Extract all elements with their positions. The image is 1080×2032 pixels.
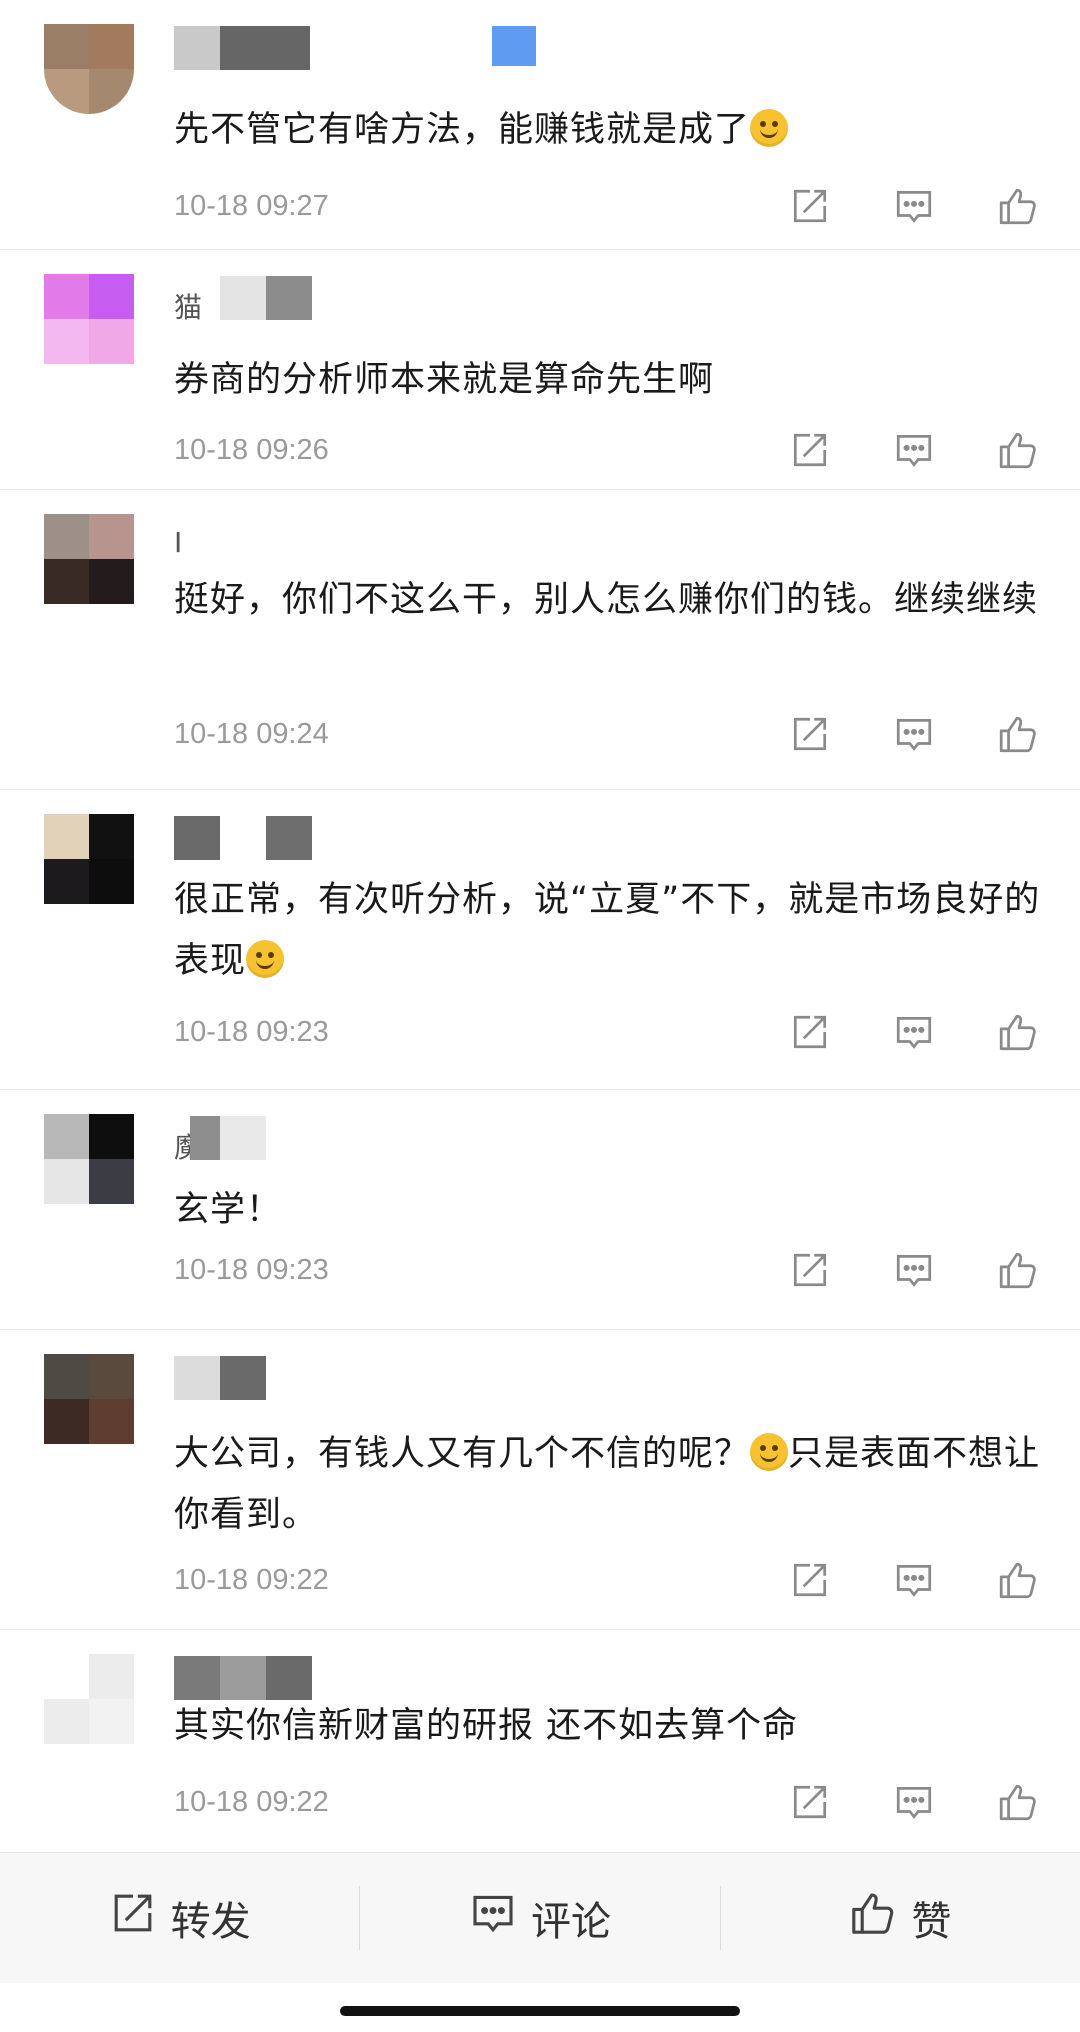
thumbs-up-icon[interactable] (996, 184, 1040, 228)
avatar[interactable] (44, 24, 134, 114)
repost-icon[interactable] (788, 1780, 832, 1824)
comment-item: 很正常，有次听分析，说“立夏”不下，就是市场良好的表现 10-18 09:23 (0, 790, 1080, 1090)
comment-item: 大公司，有钱人又有几个不信的呢？ 只是表面不想让你看到。 10-18 09:22 (0, 1330, 1080, 1630)
comment-item: 猫 券商的分析师本来就是算命先生啊 10-18 09:26 (0, 250, 1080, 490)
home-indicator[interactable] (340, 2006, 740, 2016)
smile-emoji (750, 1433, 789, 1471)
comment-item: 其实你信新财富的研报 还不如去算个命 10-18 09:22 (0, 1630, 1080, 1852)
comment-text: 玄学！ (174, 1190, 283, 1230)
repost-icon (109, 1889, 157, 1947)
thumbs-up-icon[interactable] (996, 1558, 1040, 1602)
comment-icon[interactable] (892, 184, 936, 228)
avatar[interactable] (44, 514, 134, 604)
bottom-action-bar: 转发 评论 赞 (0, 1852, 1080, 1983)
repost-icon[interactable] (788, 1010, 832, 1054)
thumbs-up-icon (849, 1889, 897, 1947)
comment-icon[interactable] (892, 1558, 936, 1602)
comment-text: 大公司，有钱人又有几个不信的呢？ 只是表面不想让你看到。 (174, 1433, 1041, 1535)
comment-time: 10-18 09:22 (174, 1564, 329, 1596)
like-label: 赞 (911, 1899, 952, 1945)
comment-icon[interactable] (892, 1248, 936, 1292)
comment-text: 其实你信新财富的研报 还不如去算个命 (174, 1706, 799, 1746)
comment-icon (469, 1889, 517, 1947)
repost-button[interactable]: 转发 (0, 1853, 359, 1983)
comment-time: 10-18 09:27 (174, 190, 329, 222)
repost-icon[interactable] (788, 428, 832, 472)
comment-item: 魔 玄学！ 10-18 09:23 (0, 1090, 1080, 1330)
comment-text: 挺好，你们不这么干，别人怎么赚你们的钱。继续继续 (174, 580, 1039, 620)
avatar[interactable] (44, 1654, 134, 1744)
avatar[interactable] (44, 814, 134, 904)
repost-icon[interactable] (788, 712, 832, 756)
comment-icon[interactable] (892, 1780, 936, 1824)
thumbs-up-icon[interactable] (996, 428, 1040, 472)
username-initial: 猫 (174, 291, 203, 324)
comment-icon[interactable] (892, 712, 936, 756)
avatar[interactable] (44, 1114, 134, 1204)
avatar[interactable] (44, 1354, 134, 1444)
comment-text: 先不管它有啥方法，能赚钱就是成了 (174, 100, 1046, 161)
repost-icon[interactable] (788, 1248, 832, 1292)
username-initial: I (174, 526, 183, 559)
repost-icon[interactable] (788, 1558, 832, 1602)
comment-time: 10-18 09:22 (174, 1786, 329, 1818)
laugh-cry-emoji (750, 109, 789, 147)
comment-feed: 先不管它有啥方法，能赚钱就是成了 10-18 09:27 猫 券商的分析师本来就… (0, 0, 1080, 1852)
username-blurred[interactable]: I (174, 516, 554, 564)
username-blurred[interactable]: 魔 (174, 1116, 554, 1164)
username-blurred[interactable]: 猫 (174, 276, 554, 324)
thumbs-up-icon[interactable] (996, 1010, 1040, 1054)
comment-time: 10-18 09:23 (174, 1016, 329, 1048)
avatar[interactable] (44, 274, 134, 364)
comment-text: 券商的分析师本来就是算命先生啊 (174, 360, 715, 400)
comment-icon[interactable] (892, 1010, 936, 1054)
comment-time: 10-18 09:24 (174, 718, 329, 750)
repost-icon[interactable] (788, 184, 832, 228)
laugh-cry-emoji (246, 940, 285, 978)
username-blurred[interactable] (174, 1356, 554, 1404)
comment-time: 10-18 09:26 (174, 434, 329, 466)
comment-item: I 挺好，你们不这么干，别人怎么赚你们的钱。继续继续 10-18 09:24 (0, 490, 1080, 790)
username-blurred[interactable] (174, 816, 554, 864)
comment-icon[interactable] (892, 428, 936, 472)
thumbs-up-icon[interactable] (996, 712, 1040, 756)
repost-label: 转发 (170, 1899, 251, 1945)
comment-item: 先不管它有啥方法，能赚钱就是成了 10-18 09:27 (0, 0, 1080, 250)
like-button[interactable]: 赞 (721, 1853, 1080, 1983)
comment-label: 评论 (530, 1899, 611, 1945)
thumbs-up-icon[interactable] (996, 1780, 1040, 1824)
username-blurred[interactable] (174, 26, 554, 74)
comment-time: 10-18 09:23 (174, 1254, 329, 1286)
comment-text: 很正常，有次听分析，说“立夏”不下，就是市场良好的表现 (174, 880, 1041, 981)
thumbs-up-icon[interactable] (996, 1248, 1040, 1292)
comment-button[interactable]: 评论 (360, 1853, 719, 1983)
